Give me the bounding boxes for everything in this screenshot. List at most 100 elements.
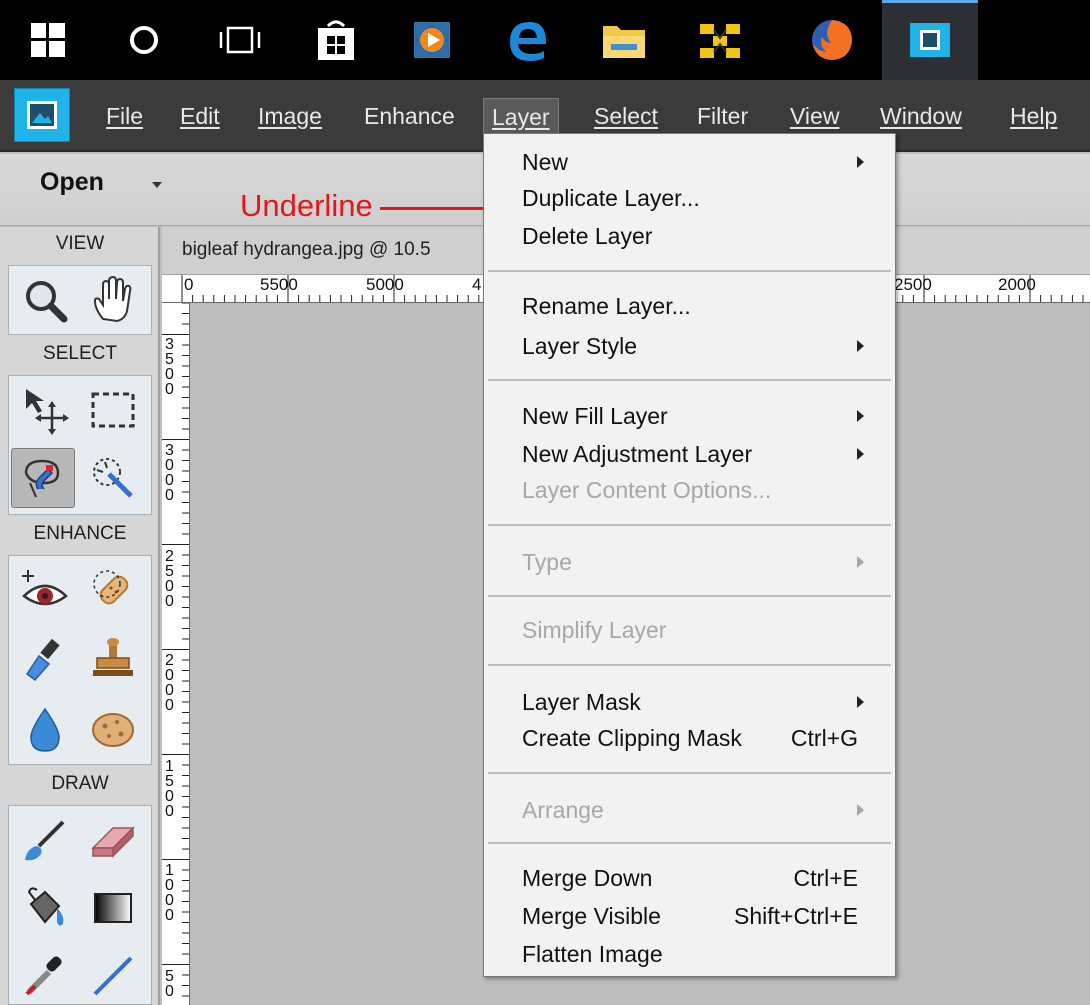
red-eye-tool[interactable]	[13, 560, 77, 620]
menu-item-layer-mask[interactable]: Layer Mask	[522, 687, 882, 717]
menu-item-delete-layer[interactable]: Delete Layer	[522, 221, 882, 251]
menu-item-create-clipping-mask[interactable]: Create Clipping Mask Ctrl+G	[522, 723, 882, 753]
media-player-button[interactable]	[384, 0, 480, 80]
folder-icon	[603, 26, 645, 58]
menu-separator	[488, 664, 891, 666]
gradient-tool[interactable]	[81, 878, 145, 938]
enhance-tools-panel	[8, 555, 152, 765]
marquee-tool[interactable]	[81, 380, 145, 440]
ruler-label: 5000	[366, 275, 404, 294]
clone-stamp-tool[interactable]	[81, 630, 145, 690]
taskbar	[0, 0, 1090, 80]
menu-select[interactable]: Select	[586, 98, 666, 134]
menu-image[interactable]: Image	[250, 98, 330, 134]
photoshop-elements-taskbar-button[interactable]	[882, 0, 978, 80]
healing-brush-tool[interactable]	[81, 560, 145, 620]
submenu-arrow-icon	[857, 448, 864, 460]
menu-item-new-adjustment-layer[interactable]: New Adjustment Layer	[522, 439, 882, 469]
cortana-button[interactable]	[96, 0, 192, 80]
brush-tool[interactable]	[13, 810, 77, 870]
ruler-label: 0	[184, 275, 194, 294]
menu-help[interactable]: Help	[1002, 98, 1065, 134]
menu-filter[interactable]: Filter	[689, 98, 756, 134]
sponge-icon	[92, 713, 134, 747]
search-icon	[130, 26, 158, 54]
menu-item-duplicate-layer[interactable]: Duplicate Layer...	[522, 183, 882, 213]
menu-item-flatten-image[interactable]: Flatten Image	[522, 939, 882, 969]
firefox-button[interactable]	[784, 0, 880, 80]
app-window: File Edit Image Enhance Layer Select Fil…	[0, 0, 1090, 1005]
blur-tool[interactable]	[13, 700, 77, 760]
submenu-arrow-icon	[857, 556, 864, 568]
task-view-button[interactable]	[192, 0, 288, 80]
line-tool[interactable]	[81, 946, 145, 1005]
eraser-tool[interactable]	[81, 810, 145, 870]
toolbox: VIEW SELECT ENHANCE DRAW	[0, 227, 160, 1005]
menu-item-layer-content-options[interactable]: Layer Content Options...	[522, 475, 882, 505]
menu-enhance[interactable]: Enhance	[356, 98, 463, 134]
menu-item-merge-down[interactable]: Merge Down Ctrl+E	[522, 863, 882, 893]
open-button[interactable]: Open	[40, 168, 104, 197]
move-icon	[26, 389, 69, 435]
ruler-label: 1 5 0 0	[165, 758, 174, 820]
select-tools-panel	[8, 375, 152, 515]
sponge-tool[interactable]	[81, 700, 145, 760]
firefox-icon	[812, 20, 852, 60]
menu-item-new[interactable]: New	[522, 147, 882, 177]
menu-view[interactable]: View	[782, 98, 847, 134]
edge-button[interactable]	[480, 0, 576, 80]
task-view-icon	[219, 26, 261, 54]
menu-item-layer-style[interactable]: Layer Style	[522, 331, 882, 361]
magnifier-icon	[26, 281, 68, 323]
chevron-down-icon[interactable]	[152, 182, 162, 188]
section-select-label: SELECT	[43, 343, 117, 364]
brush-icon	[25, 820, 65, 861]
network-app-button[interactable]	[672, 0, 768, 80]
ruler-label: 2 0 0 0	[165, 652, 174, 714]
annotation-label: Underline	[240, 188, 373, 223]
menu-separator	[488, 524, 891, 526]
eye-icon	[22, 570, 68, 606]
shortcut-label: Ctrl+E	[793, 865, 858, 891]
stamp-icon	[93, 638, 133, 676]
menu-item-simplify-layer[interactable]: Simplify Layer	[522, 615, 882, 645]
submenu-arrow-icon	[857, 156, 864, 168]
ruler-label: 2 5 0 0	[165, 548, 174, 610]
ruler-label: 5500	[260, 275, 298, 294]
menu-file[interactable]: File	[98, 98, 151, 134]
ruler-label: 2000	[998, 275, 1036, 294]
paint-bucket-tool[interactable]	[13, 878, 77, 938]
magnetic-lasso-tool[interactable]	[11, 448, 75, 508]
line-icon	[93, 956, 133, 996]
menu-item-arrange[interactable]: Arrange	[522, 795, 882, 825]
submenu-arrow-icon	[857, 340, 864, 352]
file-explorer-button[interactable]	[576, 0, 672, 80]
smart-brush-tool[interactable]	[13, 630, 77, 690]
magnetic-lasso-icon	[24, 459, 60, 498]
menu-edit[interactable]: Edit	[172, 98, 228, 134]
menu-item-new-fill-layer[interactable]: New Fill Layer	[522, 401, 882, 431]
zoom-tool[interactable]	[13, 270, 77, 330]
menu-item-type[interactable]: Type	[522, 547, 882, 577]
ruler-label: 3 5 0 0	[165, 336, 174, 398]
water-drop-icon	[30, 707, 60, 752]
menu-separator	[488, 772, 891, 774]
shortcut-label: Ctrl+G	[790, 725, 858, 751]
menu-window[interactable]: Window	[872, 98, 970, 134]
hand-tool[interactable]	[81, 270, 145, 330]
menu-item-rename-layer[interactable]: Rename Layer...	[522, 291, 882, 321]
menu-layer[interactable]: Layer	[483, 98, 559, 134]
hand-icon	[93, 275, 132, 323]
app-logo-icon[interactable]	[14, 88, 70, 142]
gradient-icon	[94, 893, 132, 923]
start-button[interactable]	[0, 0, 96, 80]
store-icon	[318, 20, 354, 60]
move-tool[interactable]	[13, 380, 77, 440]
menu-item-merge-visible[interactable]: Merge Visible Shift+Ctrl+E	[522, 901, 882, 931]
view-tools-panel	[8, 265, 152, 335]
eyedropper-icon	[25, 956, 62, 996]
bandage-icon	[93, 570, 129, 605]
quick-selection-tool[interactable]	[81, 448, 145, 508]
eyedropper-tool[interactable]	[13, 946, 77, 1005]
store-button[interactable]	[288, 0, 384, 80]
